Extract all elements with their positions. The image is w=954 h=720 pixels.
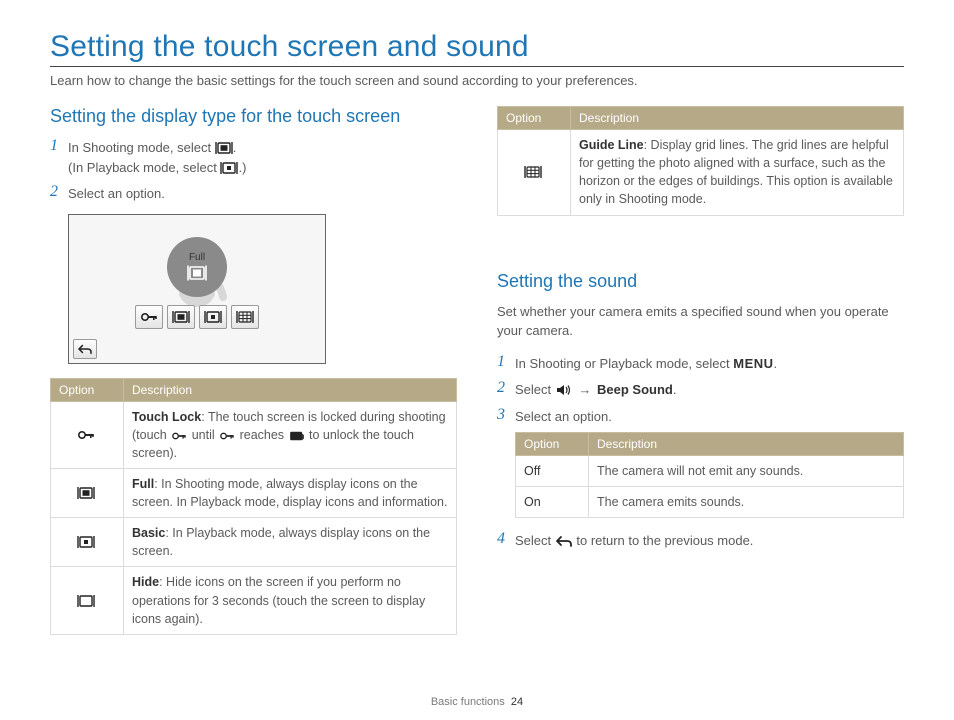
display-options-table-cont: Option Description Guide Line: Display g… (497, 106, 904, 216)
section-subtext: Set whether your camera emits a specifie… (497, 302, 904, 341)
display-full-icon (215, 141, 233, 155)
option-desc: The camera will not emit any sounds. (589, 456, 904, 487)
step-number: 1 (50, 137, 68, 155)
step-text: .) (238, 160, 246, 175)
page-footer: Basic functions 24 (0, 696, 954, 708)
col-description: Description (124, 378, 457, 401)
selected-option-bubble: Full (167, 237, 227, 297)
step-number: 4 (497, 530, 515, 548)
display-basic-icon (220, 161, 238, 175)
display-type-figure: Full (68, 214, 326, 364)
back-button[interactable] (73, 339, 97, 359)
option-name: Guide Line (579, 138, 644, 152)
col-option: Option (498, 107, 571, 130)
step-3: 3 Select an option. (497, 406, 904, 427)
col-description: Description (571, 107, 904, 130)
step-2: 2 Select an option. (50, 183, 457, 204)
step-number: 2 (497, 379, 515, 397)
display-basic-icon (77, 535, 97, 549)
option-full[interactable] (167, 305, 195, 329)
step-text: Select (515, 533, 555, 548)
step-text: (In Playback mode, select (68, 160, 220, 175)
step-1: 1 In Shooting or Playback mode, select M… (497, 353, 904, 374)
step-text: In Shooting or Playback mode, select (515, 356, 733, 371)
option-desc: reaches (236, 428, 287, 442)
option-basic[interactable] (199, 305, 227, 329)
step-text: to return to the previous mode. (576, 533, 753, 548)
col-description: Description (589, 433, 904, 456)
key-icon (77, 428, 97, 442)
option-desc: : In Shooting mode, always display icons… (132, 477, 447, 509)
selected-option-label: Full (189, 252, 205, 263)
display-hide-icon (77, 594, 97, 608)
step-1: 1 In Shooting mode, select . (In Playbac… (50, 137, 457, 177)
option-name: Hide (132, 575, 159, 589)
option-desc: until (188, 428, 218, 442)
col-option: Option (51, 378, 124, 401)
footer-section: Basic functions (431, 696, 505, 708)
option-desc: The camera emits sounds. (589, 487, 904, 518)
option-name: Basic (132, 526, 165, 540)
back-icon (555, 534, 573, 548)
table-row: Full: In Shooting mode, always display i… (51, 468, 457, 517)
table-row: Touch Lock: The touch screen is locked d… (51, 401, 457, 468)
step-text: Select an option. (68, 183, 457, 204)
table-row: Off The camera will not emit any sounds. (516, 456, 904, 487)
step-number: 2 (50, 183, 68, 201)
page-number: 24 (511, 696, 523, 708)
option-desc: : In Playback mode, always display icons… (132, 526, 430, 558)
display-full-icon (77, 486, 97, 500)
key-icon (218, 430, 236, 442)
table-row: Basic: In Playback mode, always display … (51, 518, 457, 567)
step-number: 1 (497, 353, 515, 371)
option-grid[interactable] (231, 305, 259, 329)
menu-label: MENU (733, 356, 773, 371)
sound-options-table: Option Description Off The camera will n… (515, 432, 904, 518)
table-row: Guide Line: Display grid lines. The grid… (498, 130, 904, 216)
option-name: Full (132, 477, 154, 491)
col-option: Option (516, 433, 589, 456)
step-number: 3 (497, 406, 515, 424)
step-text: Select an option. (515, 406, 904, 427)
page-title: Setting the touch screen and sound (50, 30, 904, 67)
option-name: Off (524, 464, 540, 478)
grid-icon (524, 165, 544, 179)
key-icon (170, 430, 188, 442)
table-row: On The camera emits sounds. (516, 487, 904, 518)
table-row: Hide: Hide icons on the screen if you pe… (51, 567, 457, 634)
section-heading-sound: Setting the sound (497, 271, 904, 292)
card-icon (288, 430, 306, 442)
arrow-icon: → (578, 380, 591, 400)
speaker-icon (555, 383, 573, 397)
page-intro: Learn how to change the basic settings f… (50, 73, 904, 88)
display-options-table: Option Description Touch Lock: The touch… (50, 378, 457, 635)
step-2: 2 Select → Beep Sound. (497, 379, 904, 400)
section-heading-display: Setting the display type for the touch s… (50, 106, 457, 127)
option-name: Touch Lock (132, 410, 201, 424)
beep-sound-label: Beep Sound (597, 382, 673, 397)
option-name: On (524, 495, 541, 509)
option-desc: : Hide icons on the screen if you perfor… (132, 575, 425, 625)
option-touch-lock[interactable] (135, 305, 163, 329)
step-text: In Shooting mode, select (68, 140, 215, 155)
step-4: 4 Select to return to the previous mode. (497, 530, 904, 551)
step-text: Select (515, 382, 555, 397)
